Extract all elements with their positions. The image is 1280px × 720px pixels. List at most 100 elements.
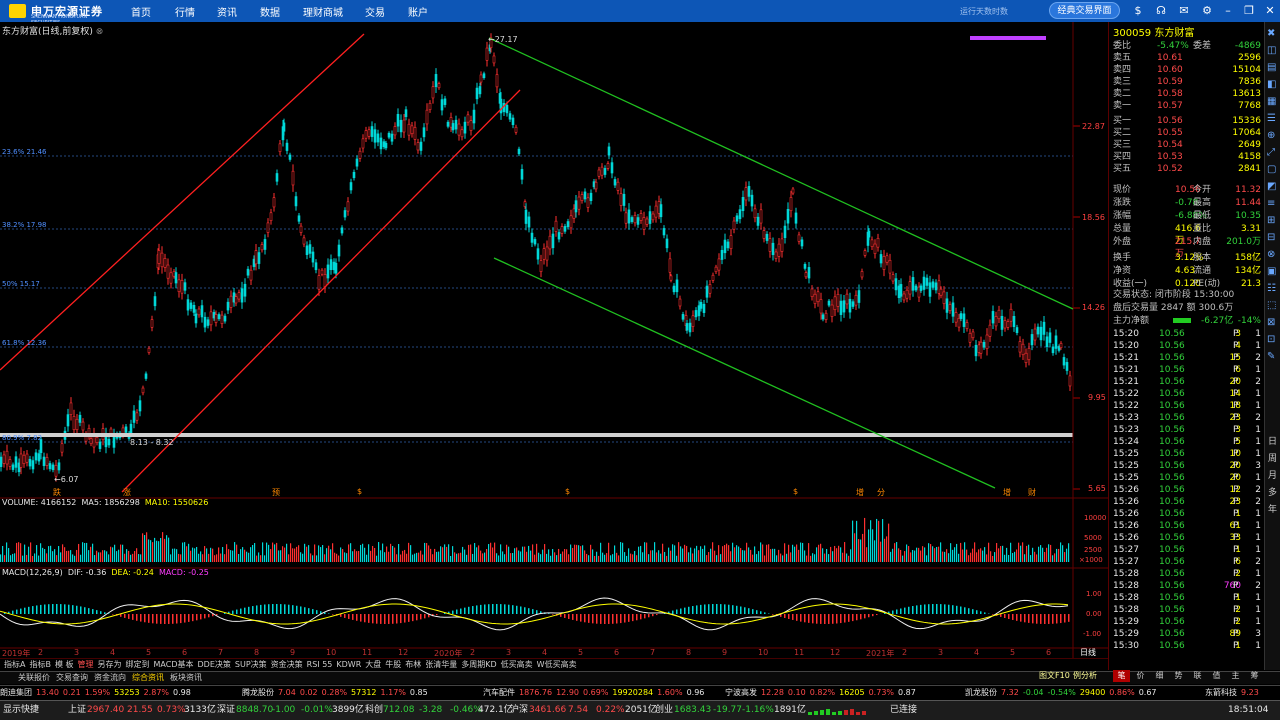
tick-row: 15:28 10.56 2 P 1	[1113, 604, 1261, 616]
nav-account[interactable]: 账户	[408, 4, 428, 19]
mail-icon[interactable]: ✉	[1177, 4, 1191, 18]
indicator-tab[interactable]: 低买高卖	[501, 660, 533, 669]
tool-icon[interactable]: ⬚	[1267, 300, 1276, 311]
period-button[interactable]: 月	[1268, 468, 1277, 481]
f10-tab[interactable]: 例分析	[1073, 670, 1097, 681]
ticker-item[interactable]: 凯龙股份 7.32 -0.04 -0.54% 29400 0.86% 0.67	[965, 687, 1157, 698]
tool-icon[interactable]: ⊗	[1267, 249, 1275, 260]
period-button[interactable]: 年	[1268, 502, 1277, 515]
info-tab[interactable]: 资金流向	[94, 673, 126, 682]
quote-tab[interactable]: 细	[1151, 670, 1168, 682]
status-conn[interactable]: 已连接	[890, 701, 917, 720]
status-shortcut[interactable]: 显示快捷	[3, 701, 39, 720]
tick-time: 15:24	[1113, 437, 1139, 447]
nav-data[interactable]: 数据	[260, 4, 280, 19]
quote-tab[interactable]: 筹	[1246, 670, 1263, 682]
quote-tab[interactable]: 价	[1132, 670, 1149, 682]
indicator-tab[interactable]: DDE决策	[198, 660, 231, 669]
tool-icon[interactable]: ⊕	[1267, 130, 1275, 141]
tool-icon[interactable]: ✖	[1267, 28, 1275, 39]
nav-wealth-mall[interactable]: 理财商城	[303, 4, 343, 19]
wallet-icon[interactable]: $	[1131, 4, 1145, 18]
indicator-tab[interactable]: KDWR	[336, 660, 361, 669]
kline-chart-area[interactable]: 东方财富(日线,前复权) ⊗ ←27.17 ←6.07 8.13 - 8.32 …	[0, 22, 1108, 660]
stat-value: 3.31	[1240, 224, 1261, 234]
nav-home[interactable]: 首页	[131, 4, 151, 19]
info-tab[interactable]: 板块资讯	[170, 673, 202, 682]
quote-tab[interactable]: 笔	[1113, 670, 1130, 682]
quote-tab[interactable]: 值	[1208, 670, 1225, 682]
tool-icon[interactable]: ☷	[1267, 283, 1276, 294]
tool-icon[interactable]: ▦	[1267, 96, 1276, 107]
indicator-tab[interactable]: 资金决策	[271, 660, 303, 669]
indicator-tab[interactable]: 大盘	[365, 660, 381, 669]
running-days-text: 运行天数时数	[960, 7, 1008, 16]
tool-icon[interactable]: ⊞	[1267, 215, 1275, 226]
level-price: 10.61	[1157, 53, 1183, 63]
headset-icon[interactable]: ☊	[1154, 4, 1168, 18]
period-button[interactable]: 日	[1268, 434, 1277, 447]
indicator-tab[interactable]: 牛股	[385, 660, 401, 669]
tool-icon[interactable]: ◫	[1267, 45, 1276, 56]
ticker-item[interactable]: 汽车配件 1876.76 12.90 0.69% 19920284 1.60% 0.96	[483, 687, 704, 698]
tool-icon[interactable]: ⊠	[1267, 317, 1275, 328]
tick-row: 15:27 10.56 1 P 1	[1113, 544, 1261, 556]
tool-icon[interactable]: ⊡	[1267, 334, 1275, 345]
tool-icon[interactable]: ⤢	[1267, 147, 1275, 158]
tool-icon[interactable]: ◩	[1267, 181, 1276, 192]
period-label[interactable]: 日线	[1080, 647, 1096, 658]
nav-market[interactable]: 行情	[175, 4, 195, 19]
period-button[interactable]: 周	[1268, 451, 1277, 464]
indicator-tab[interactable]: 管理	[78, 660, 94, 669]
period-button[interactable]: 多	[1268, 485, 1277, 498]
indicator-tab[interactable]: 模 板	[55, 660, 74, 669]
indicator-tab[interactable]: 绑定到	[126, 660, 150, 669]
settings-icon[interactable]: ⚙	[1200, 4, 1214, 18]
ticker-item[interactable]: 宁波高发 12.28 0.10 0.82% 16205 0.73% 0.87	[725, 687, 916, 698]
quote-tab[interactable]: 联	[1189, 670, 1206, 682]
ticker-item[interactable]: 腾龙股份 7.04 0.02 0.28% 57312 1.17% 0.85	[242, 687, 428, 698]
close-icon[interactable]: ✕	[1263, 4, 1277, 18]
level-volume: 2841	[1238, 164, 1261, 174]
indicator-tab[interactable]: 张清华量	[425, 660, 457, 669]
nav-trade[interactable]: 交易	[365, 4, 385, 19]
tool-icon[interactable]: ☰	[1267, 113, 1276, 124]
quote-tab[interactable]: 主	[1227, 670, 1244, 682]
info-tab[interactable]: 关联报价	[18, 673, 50, 682]
status-sh-p: 0.73%	[157, 705, 186, 715]
month-label: 6	[182, 648, 188, 657]
tool-icon[interactable]: ✎	[1267, 351, 1275, 362]
indicator-tab[interactable]: 指标A	[4, 660, 25, 669]
indicator-tab[interactable]: 另存为	[98, 660, 122, 669]
ticker-value: 0.21	[62, 688, 81, 697]
indicator-tab[interactable]: 布林	[405, 660, 421, 669]
tool-icon[interactable]: ◧	[1267, 79, 1276, 90]
tick-time: 15:30	[1113, 641, 1139, 651]
classic-trade-button[interactable]: 经典交易界面	[1049, 2, 1120, 19]
quote-tab[interactable]: 势	[1170, 670, 1187, 682]
event-mark: 预	[272, 488, 280, 497]
nav-news[interactable]: 资讯	[217, 4, 237, 19]
tick-price: 10.56	[1159, 353, 1185, 363]
indicator-tab[interactable]: 多周期KD	[461, 660, 496, 669]
right-toolbar: ✖ ◫ ▤ ◧ ▦ ☰ ⊕ ⤢ ▢ ◩ ≡ ⊞ ⊟ ⊗ ▣ ☷ ⬚ ⊠ ⊡ ✎ 日周月多年	[1264, 22, 1280, 670]
indicator-tab[interactable]: W低买高卖	[537, 660, 577, 669]
restore-icon[interactable]: ❐	[1242, 4, 1256, 18]
indicator-tab[interactable]: RSI 55	[307, 660, 333, 669]
ticker-item[interactable]: 朗迪集团 13.40 0.21 1.59% 53253 2.87% 0.98	[0, 687, 191, 698]
info-tab[interactable]: 综合资讯	[132, 673, 164, 682]
indicator-tab[interactable]: MACD基本	[154, 660, 194, 669]
f10-tab[interactable]: 图文F10	[1039, 670, 1070, 681]
indicator-tab[interactable]: SUP决策	[235, 660, 267, 669]
tool-icon[interactable]: ▣	[1267, 266, 1276, 277]
tool-icon[interactable]: ⊟	[1267, 232, 1275, 243]
info-tab[interactable]: 交易查询	[56, 673, 88, 682]
tool-icon[interactable]: ≡	[1267, 198, 1275, 209]
tick-price: 10.56	[1159, 329, 1185, 339]
minimize-icon[interactable]: –	[1221, 4, 1235, 18]
indicator-tab[interactable]: 指标B	[29, 660, 51, 669]
tick-row: 15:26 10.56 12 P 2	[1113, 484, 1261, 496]
tool-icon[interactable]: ▢	[1267, 164, 1276, 175]
tool-icon[interactable]: ▤	[1267, 62, 1276, 73]
ticker-item[interactable]: 东箭科技 9.23	[1205, 687, 1259, 698]
